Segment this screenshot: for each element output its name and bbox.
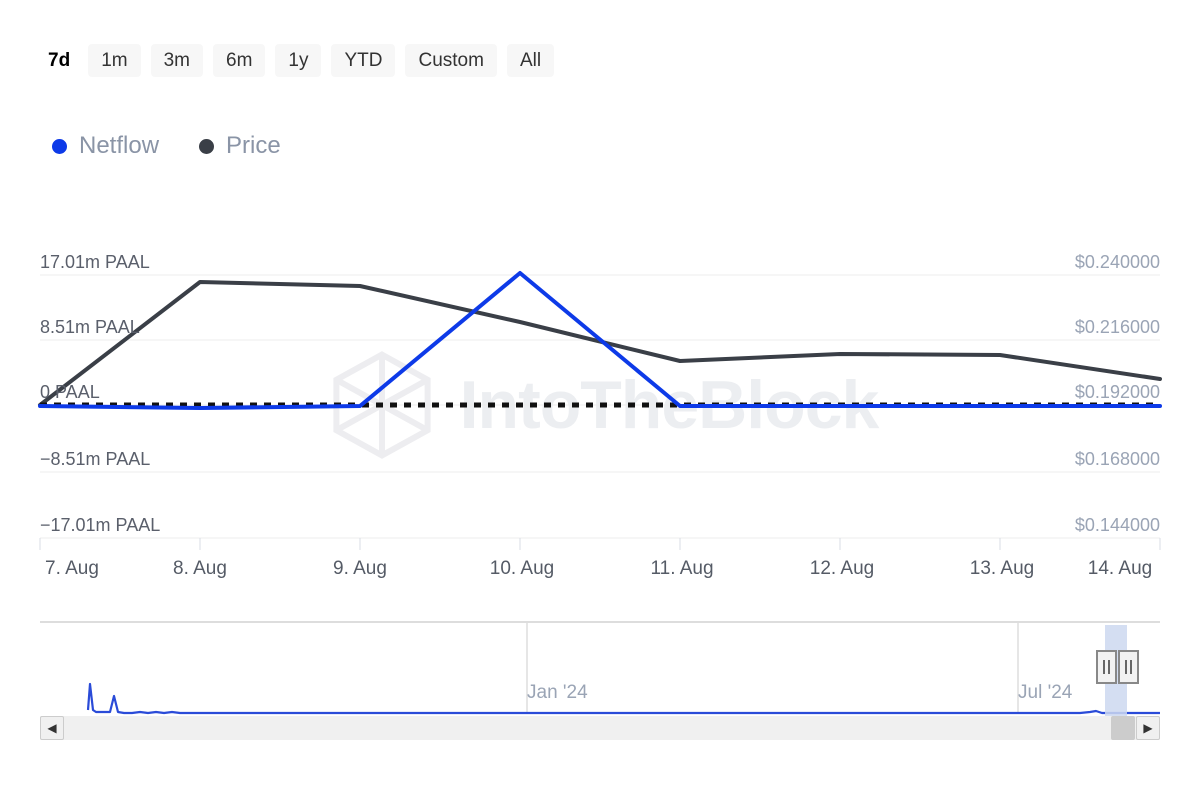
x-axis-label-3: 10. Aug	[490, 558, 554, 580]
chart-plot-area[interactable]	[0, 240, 1200, 560]
right-axis-tick-0: $0.240000	[1075, 252, 1160, 273]
grip-line-icon	[1103, 660, 1105, 674]
right-axis-tick-2: $0.192000	[1075, 382, 1160, 403]
x-axis-label-4: 11. Aug	[650, 558, 713, 580]
legend-item-price[interactable]: Price	[199, 134, 281, 158]
x-axis-label-7: 14. Aug	[1088, 558, 1152, 580]
right-axis-tick-1: $0.216000	[1075, 317, 1160, 338]
legend-dot-price-icon	[199, 139, 214, 154]
navigator-label-jul: Jul '24	[1018, 682, 1072, 704]
x-axis-label-0: 7. Aug	[45, 558, 99, 580]
navigator-series-line	[88, 684, 1160, 713]
navigator-handle-left[interactable]	[1096, 650, 1117, 684]
grip-line-icon	[1108, 660, 1110, 674]
x-axis-ticks	[40, 538, 1160, 550]
range-button-3m[interactable]: 3m	[151, 44, 203, 77]
right-axis-tick-3: $0.168000	[1075, 449, 1160, 470]
scroll-right-arrow-icon[interactable]: ▶	[1136, 716, 1160, 740]
chart-svg	[0, 240, 1200, 560]
scroll-left-arrow-icon[interactable]: ◀	[40, 716, 64, 740]
chart-legend: Netflow Price	[52, 134, 281, 158]
arrow-left-glyph: ◀	[47, 722, 56, 734]
legend-dot-netflow-icon	[52, 139, 67, 154]
left-axis-tick-2: 0 PAAL	[40, 382, 100, 403]
x-axis-label-2: 9. Aug	[333, 558, 387, 580]
left-axis-tick-1: 8.51m PAAL	[40, 317, 140, 338]
range-button-6m[interactable]: 6m	[213, 44, 265, 77]
legend-label-netflow: Netflow	[79, 134, 159, 158]
arrow-right-glyph: ▶	[1143, 722, 1152, 734]
left-axis-tick-3: −8.51m PAAL	[40, 449, 150, 470]
chart-navigator[interactable]	[40, 618, 1160, 716]
range-button-ytd[interactable]: YTD	[331, 44, 395, 77]
range-button-all[interactable]: All	[507, 44, 554, 77]
x-axis-label-6: 13. Aug	[970, 558, 1034, 580]
range-button-7d[interactable]: 7d	[40, 44, 78, 77]
range-button-custom[interactable]: Custom	[405, 44, 496, 77]
legend-label-price: Price	[226, 134, 281, 158]
range-selector: 7d 1m 3m 6m 1y YTD Custom All	[40, 44, 554, 77]
navigator-svg	[40, 618, 1160, 716]
right-axis-tick-4: $0.144000	[1075, 515, 1160, 536]
grip-line-icon	[1125, 660, 1127, 674]
range-button-1m[interactable]: 1m	[88, 44, 140, 77]
series-line-price	[40, 282, 1160, 405]
navigator-handle-right[interactable]	[1118, 650, 1139, 684]
legend-item-netflow[interactable]: Netflow	[52, 134, 159, 158]
x-axis-label-1: 8. Aug	[173, 558, 227, 580]
grip-line-icon	[1130, 660, 1132, 674]
left-axis-tick-0: 17.01m PAAL	[40, 252, 150, 273]
range-button-1y[interactable]: 1y	[275, 44, 321, 77]
navigator-label-jan: Jan '24	[527, 682, 588, 704]
x-axis-label-5: 12. Aug	[810, 558, 874, 580]
navigator-scrollbar[interactable]: ◀ ▶	[40, 716, 1160, 740]
scrollbar-thumb[interactable]	[1111, 716, 1135, 740]
left-axis-tick-4: −17.01m PAAL	[40, 515, 160, 536]
